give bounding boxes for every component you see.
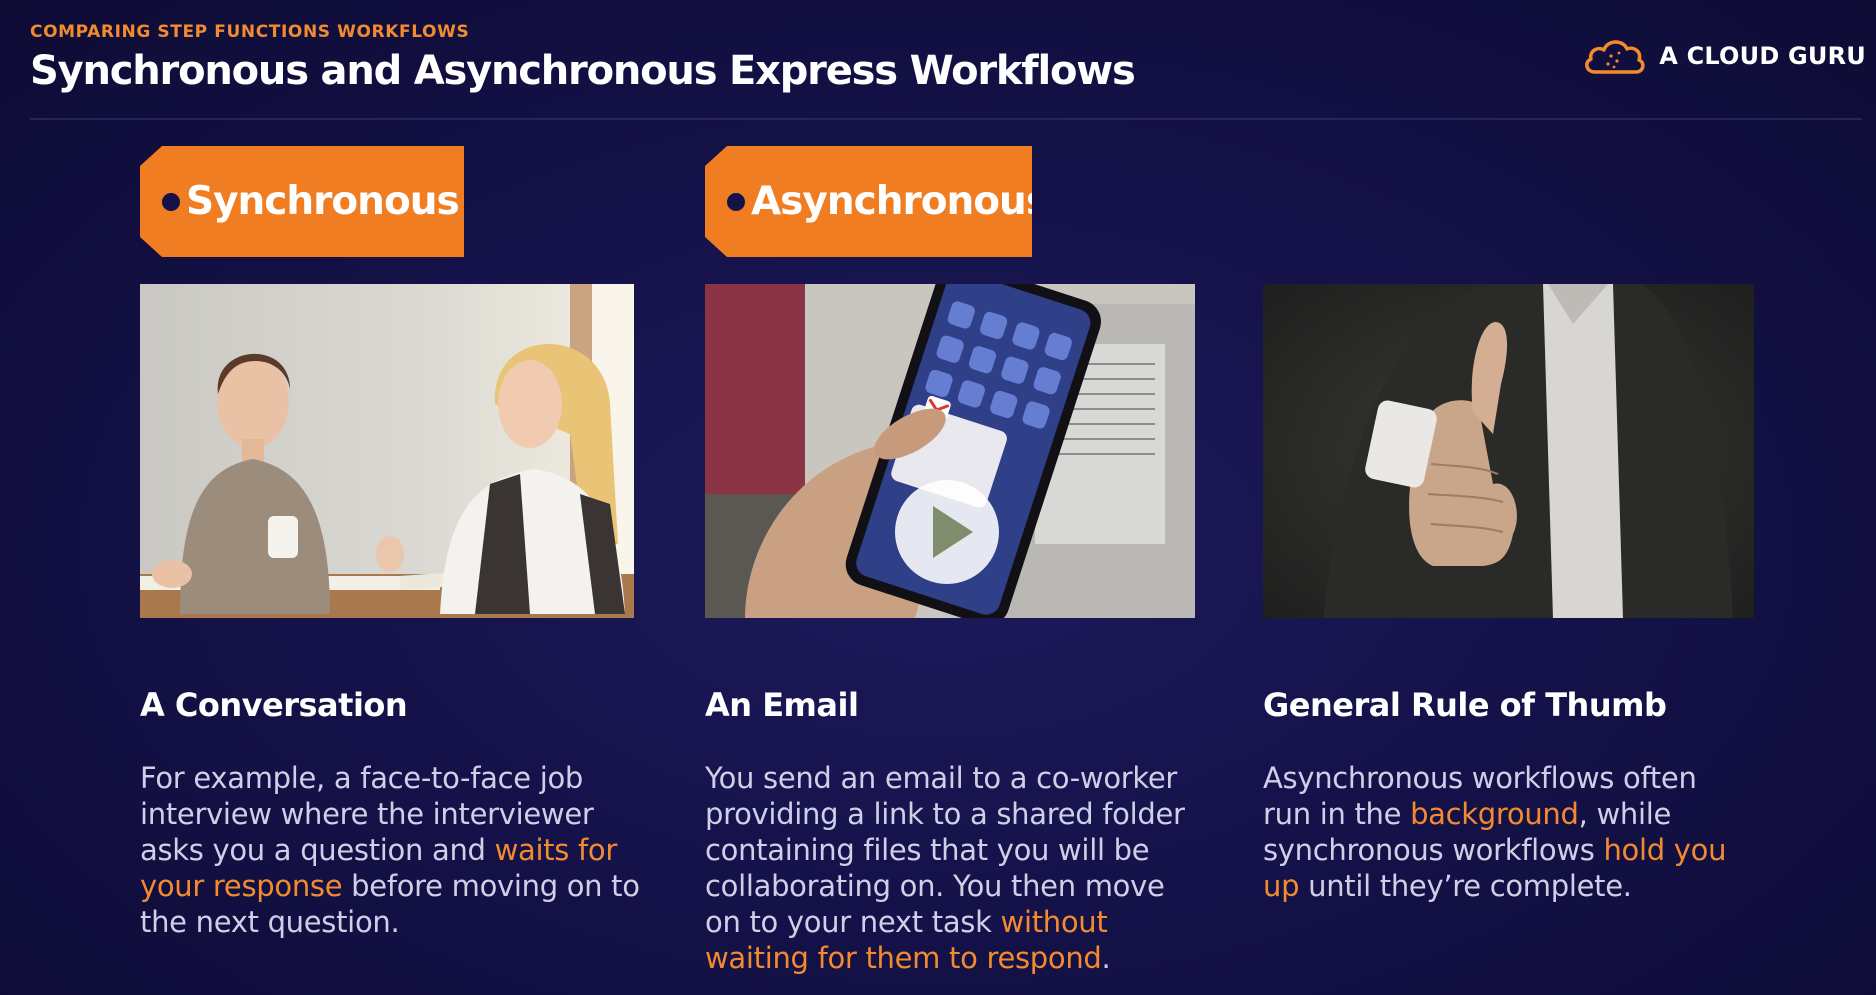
tag-label: Synchronous	[186, 179, 460, 224]
body-highlight: background	[1410, 797, 1579, 831]
hand-holding-phone-email-photo	[705, 284, 1195, 618]
brand-logo: A CLOUD GURU	[1581, 34, 1866, 78]
tag-label: Asynchronous	[751, 179, 1049, 224]
slide-subtitle: COMPARING STEP FUNCTIONS WORKFLOWS	[30, 22, 470, 42]
tag-asynchronous: Asynchronous	[705, 146, 1032, 257]
tag-dot	[162, 192, 180, 211]
slide-header: COMPARING STEP FUNCTIONS WORKFLOWS Synch…	[30, 22, 1136, 94]
body-text: You send an email to a co-worker providi…	[705, 761, 1185, 939]
body-text: .	[1101, 941, 1111, 975]
body-email: You send an email to a co-worker providi…	[705, 760, 1200, 976]
header-divider	[30, 118, 1862, 120]
slide-title: Synchronous and Asynchronous Express Wor…	[30, 48, 1136, 94]
tag-synchronous: Synchronous	[140, 146, 464, 257]
body-rule-of-thumb: Asynchronous workflows often run in the …	[1263, 760, 1733, 904]
heading-rule-of-thumb: General Rule of Thumb	[1263, 686, 1667, 724]
heading-conversation: A Conversation	[140, 686, 408, 724]
cloud-icon	[1585, 40, 1645, 74]
thumbs-up-photo	[1263, 284, 1754, 618]
tag-dot	[727, 192, 745, 211]
brand-name: A CLOUD GURU	[1659, 42, 1866, 70]
two-women-conversation-photo	[140, 284, 634, 618]
heading-email: An Email	[705, 686, 859, 724]
body-conversation: For example, a face-to-face job intervie…	[140, 760, 640, 940]
body-text: until they’re complete.	[1299, 869, 1632, 903]
